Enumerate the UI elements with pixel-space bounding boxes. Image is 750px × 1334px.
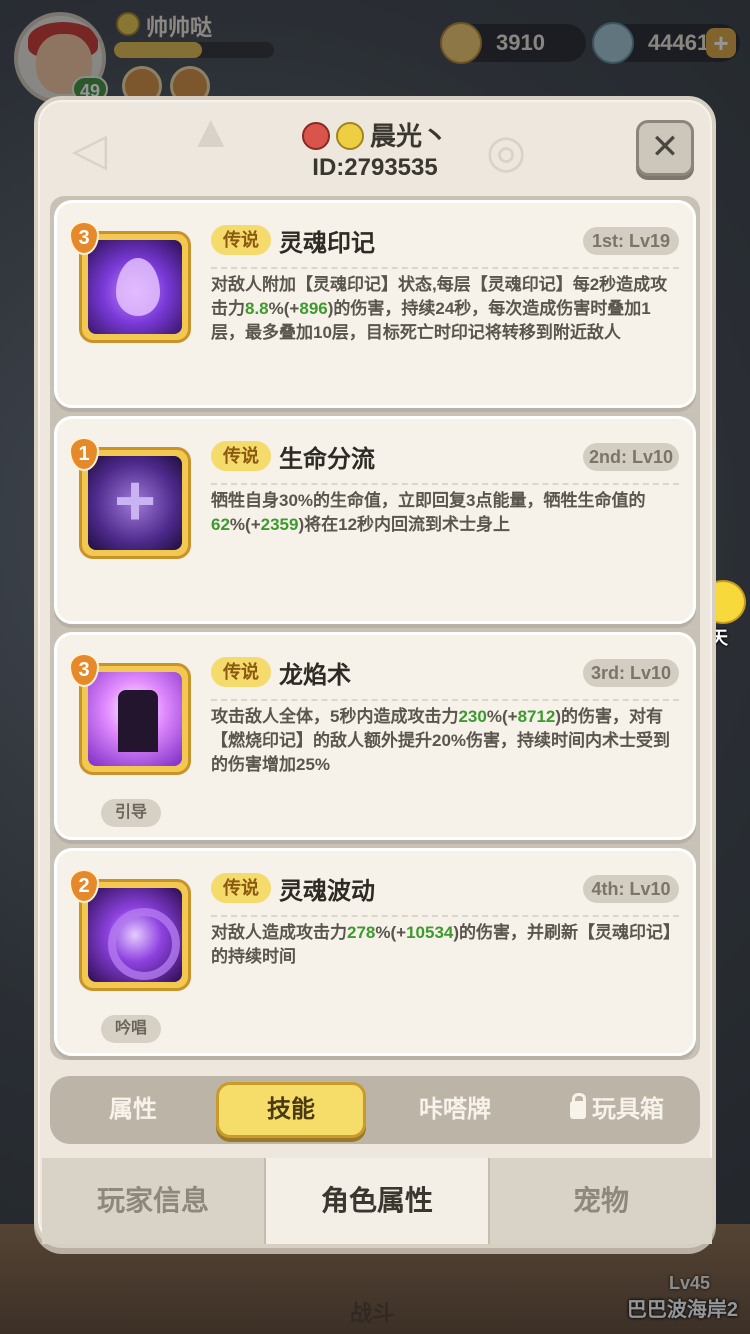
skill-type-badge: 吟唱 xyxy=(101,1015,161,1043)
skill-description: 牺牲自身30%的生命值，立即回复3点能量，牺牲生命值的62%(+2359)将在1… xyxy=(211,491,646,534)
divider xyxy=(211,915,679,917)
smile-icon xyxy=(335,122,364,150)
skill-icon-frame xyxy=(79,231,191,343)
skill-name: 灵魂波动 xyxy=(279,878,375,905)
soul-wave-icon xyxy=(88,888,182,982)
skill-name: 生命分流 xyxy=(279,446,375,473)
rarity-badge: 传说 xyxy=(211,657,271,687)
modal-header: ◁ ▲ ◎ 晨光丶 ID:2793535 ✕ xyxy=(38,100,712,194)
skill-icon-frame xyxy=(79,879,191,991)
skill-card[interactable]: 3 传说 灵魂印记 1st: Lv19 对敌人附加【灵魂印记】状态,每层【灵魂印… xyxy=(54,200,696,408)
player-display-name: 晨光丶 xyxy=(369,121,448,151)
tab-cards[interactable]: 咔嗒牌 xyxy=(380,1082,530,1138)
skill-description: 对敌人附加【灵魂印记】状态,每层【灵魂印记】每2秒造成攻击力8.8%(+896)… xyxy=(211,275,668,342)
divider xyxy=(211,267,679,269)
skill-name: 龙焰术 xyxy=(279,662,351,689)
player-info-modal: ◁ ▲ ◎ 晨光丶 ID:2793535 ✕ 3 传说 灵魂印记 1st: Lv… xyxy=(34,96,716,1248)
skill-card[interactable]: 2 吟唱 传说 灵魂波动 4th: Lv10 对敌人造成攻击力278%(+105… xyxy=(54,848,696,1056)
sub-tab-bar: 属性 技能 咔嗒牌 玩具箱 xyxy=(50,1076,700,1144)
skill-name: 灵魂印记 xyxy=(279,230,375,257)
rarity-badge: 传说 xyxy=(211,873,271,903)
skill-icon-frame xyxy=(79,447,191,559)
lock-icon xyxy=(570,1093,586,1119)
skill-slot-badge: 4th: Lv10 xyxy=(583,875,679,903)
skill-icon-frame xyxy=(79,663,191,775)
rarity-badge: 传说 xyxy=(211,225,271,255)
tab-pets[interactable]: 宠物 xyxy=(490,1158,712,1244)
skills-list[interactable]: 3 传说 灵魂印记 1st: Lv19 对敌人附加【灵魂印记】状态,每层【灵魂印… xyxy=(50,196,700,1060)
tab-toybox[interactable]: 玩具箱 xyxy=(542,1082,692,1138)
life-tap-icon xyxy=(88,456,182,550)
skill-card[interactable]: 3 引导 传说 龙焰术 3rd: Lv10 攻击敌人全体，5秒内造成攻击力230… xyxy=(54,632,696,840)
dragon-flame-icon xyxy=(88,672,182,766)
close-button[interactable]: ✕ xyxy=(636,120,694,176)
divider xyxy=(211,699,679,701)
soul-mark-icon xyxy=(88,240,182,334)
divider xyxy=(211,483,679,485)
skill-type-badge: 引导 xyxy=(101,799,161,827)
skill-slot-badge: 2nd: Lv10 xyxy=(583,443,679,471)
tab-attributes[interactable]: 属性 xyxy=(58,1082,208,1138)
tab-character-attributes[interactable]: 角色属性 xyxy=(266,1158,490,1244)
bottom-tab-bar: 玩家信息 角色属性 宠物 xyxy=(42,1158,712,1244)
key-icon xyxy=(301,122,330,150)
tab-player-info[interactable]: 玩家信息 xyxy=(42,1158,266,1244)
player-id: ID:2793535 xyxy=(312,154,438,181)
rarity-badge: 传说 xyxy=(211,441,271,471)
player-title: 晨光丶 xyxy=(38,116,712,153)
skill-description: 对敌人造成攻击力278%(+10534)的伤害，并刷新【灵魂印记】的持续时间 xyxy=(211,923,672,966)
tab-skills[interactable]: 技能 xyxy=(216,1082,366,1138)
skill-slot-badge: 1st: Lv19 xyxy=(583,227,679,255)
skill-card[interactable]: 1 传说 生命分流 2nd: Lv10 牺牲自身30%的生命值，立即回复3点能量… xyxy=(54,416,696,624)
skill-slot-badge: 3rd: Lv10 xyxy=(583,659,679,687)
skill-description: 攻击敌人全体，5秒内造成攻击力230%(+8712)的伤害，对有【燃烧印记】的敌… xyxy=(211,707,671,774)
